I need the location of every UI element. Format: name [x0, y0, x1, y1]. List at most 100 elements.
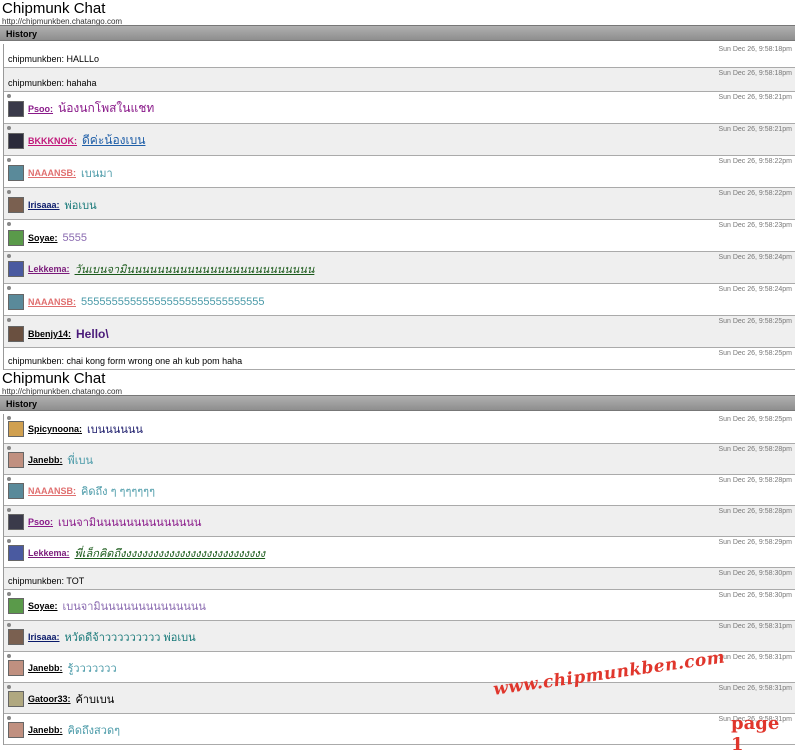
user-avatar[interactable] [8, 261, 24, 277]
user-avatar[interactable] [8, 545, 24, 561]
status-dot-icon [7, 623, 11, 627]
user-avatar[interactable] [8, 132, 24, 149]
message-text: น้องนกโพสในแชท [58, 101, 155, 115]
message-text: คิดถึง ๆ ๆๆๆๆๆๆ [81, 486, 156, 498]
message-content: Soyae: 5555 [8, 230, 87, 246]
user-avatar[interactable] [8, 100, 24, 117]
message-timestamp: Sun Dec 26, 9:58:30pm [718, 592, 792, 599]
username-link[interactable]: Irisaaa: [28, 632, 60, 642]
message-timestamp: Sun Dec 26, 9:58:31pm [718, 623, 792, 630]
message-content: Spicynoona: เบนนนนนน [8, 420, 143, 438]
message-content: Irisaaa: หวัดดีจ้าววววววววว พ่อเบน [8, 628, 196, 646]
status-dot-icon [7, 286, 11, 290]
message-text: chipmunkben: TOT [8, 576, 85, 586]
message-row: Sun Dec 26, 9:58:28pm Psoo: เบนจามินนนนนนน… [4, 506, 795, 537]
message-row: Sun Dec 26, 9:58:31pm Janebb: คิดถึงสวดๆ [4, 714, 795, 745]
message-text: chipmunkben: chai kong form wrong one ah… [8, 356, 243, 366]
message-text: เบนมา [81, 168, 113, 180]
status-dot-icon [7, 222, 11, 226]
username-link[interactable]: Janebb: [28, 725, 63, 735]
message-timestamp: Sun Dec 26, 9:58:25pm [718, 318, 792, 325]
message-timestamp: Sun Dec 26, 9:58:21pm [718, 94, 792, 101]
status-dot-icon [7, 158, 11, 162]
history-header: History [0, 25, 795, 41]
username-link[interactable]: Soyae: [28, 601, 58, 611]
username-link[interactable]: Janebb: [28, 663, 63, 673]
chat-panel-2: Chipmunk Chat http://chipmunkben.chatang… [0, 370, 795, 745]
message-timestamp: Sun Dec 26, 9:58:31pm [718, 654, 792, 661]
user-avatar[interactable] [8, 421, 24, 437]
message-content: Lekkema: วันเบนจามินนนนนนนนนนนนนนนนนนนนนน… [8, 260, 314, 278]
username-link[interactable]: Spicynoona: [28, 424, 82, 434]
message-row: Sun Dec 26, 9:58:28pm NAAANSB: คิดถึง ๆ ๆๆ… [4, 475, 795, 506]
message-text: เบนนนนนน [87, 424, 143, 436]
message-row: Sun Dec 26, 9:58:25pm Spicynoona: เบนนนนนน [4, 414, 795, 444]
message-row: Sun Dec 26, 9:58:24pm NAAANSB: 55555555555… [4, 284, 795, 316]
username-link[interactable]: Psoo: [28, 104, 53, 114]
username-link[interactable]: NAAANSB: [28, 297, 76, 307]
message-content: Psoo: น้องนกโพสในแชท [8, 99, 154, 118]
username-link[interactable]: Lekkema: [28, 264, 70, 274]
message-text: Hello\ [76, 327, 109, 341]
message-row: Sun Dec 26, 9:58:29pm Lekkema: พี่เล็กคิดถ… [4, 537, 795, 568]
message-content: BKKKNOK: ดีค่ะน้องเบน [8, 131, 145, 150]
message-list[interactable]: Sun Dec 26, 9:58:18pm chipmunkben: HALLLo… [3, 44, 795, 370]
username-link[interactable]: BKKKNOK: [28, 136, 77, 146]
username-link[interactable]: Irisaaa: [28, 200, 60, 210]
message-text: เบนจามินนนนนนนนนนนนนน [62, 601, 206, 613]
message-content: chipmunkben: hahaha [8, 78, 97, 88]
username-link[interactable]: NAAANSB: [28, 486, 76, 496]
status-dot-icon [7, 254, 11, 258]
message-timestamp: Sun Dec 26, 9:58:28pm [718, 446, 792, 453]
username-link[interactable]: NAAANSB: [28, 168, 76, 178]
username-link[interactable]: Gatoor33: [28, 694, 71, 704]
message-text: ดีค่ะน้องเบน [82, 133, 146, 147]
username-link[interactable]: Janebb: [28, 455, 63, 465]
message-row: Sun Dec 26, 9:58:23pm Soyae: 5555 [4, 220, 795, 252]
user-avatar[interactable] [8, 660, 24, 676]
message-timestamp: Sun Dec 26, 9:58:23pm [718, 222, 792, 229]
message-content: chipmunkben: TOT [8, 576, 84, 586]
username-link[interactable]: Psoo: [28, 517, 53, 527]
message-content: chipmunkben: chai kong form wrong one ah… [8, 356, 242, 366]
username-link[interactable]: Soyae: [28, 233, 58, 243]
user-avatar[interactable] [8, 294, 24, 310]
user-avatar[interactable] [8, 514, 24, 530]
message-row: Sun Dec 26, 9:58:18pm chipmunkben: HALLLo [4, 44, 795, 68]
app-url[interactable]: http://chipmunkben.chatango.com [2, 387, 122, 395]
user-avatar[interactable] [8, 483, 24, 499]
message-timestamp: Sun Dec 26, 9:58:21pm [718, 126, 792, 133]
message-text: หวัดดีจ้าววววววววว พ่อเบน [64, 632, 196, 644]
message-row: Sun Dec 26, 9:58:21pm BKKKNOK: ดีค่ะน้องเบ… [4, 124, 795, 156]
user-avatar[interactable] [8, 598, 24, 614]
message-row: Sun Dec 26, 9:58:31pm Gatoor33: ค้าบเบน [4, 683, 795, 714]
user-avatar[interactable] [8, 691, 24, 707]
message-content: Gatoor33: ค้าบเบน [8, 690, 114, 708]
chat-panel-1: Chipmunk Chat http://chipmunkben.chatang… [0, 0, 795, 370]
username-link[interactable]: Lekkema: [28, 548, 70, 558]
message-list[interactable]: Sun Dec 26, 9:58:25pm Spicynoona: เบนนนนนน… [3, 414, 795, 745]
user-avatar[interactable] [8, 629, 24, 645]
message-row: Sun Dec 26, 9:58:21pm Psoo: น้องนกโพสในแชท [4, 92, 795, 124]
message-text: ค้าบเบน [75, 694, 115, 706]
user-avatar[interactable] [8, 165, 24, 181]
status-dot-icon [7, 126, 11, 130]
user-avatar[interactable] [8, 722, 24, 738]
app-url[interactable]: http://chipmunkben.chatango.com [2, 17, 122, 25]
user-avatar[interactable] [8, 230, 24, 246]
user-avatar[interactable] [8, 452, 24, 468]
message-timestamp: Sun Dec 26, 9:58:24pm [718, 254, 792, 261]
user-avatar[interactable] [8, 197, 24, 213]
message-content: Psoo: เบนจามินนนนนนนนนนนนนน [8, 513, 201, 531]
username-link[interactable]: Bbenjy14: [28, 329, 71, 339]
status-dot-icon [7, 94, 11, 98]
app-title: Chipmunk Chat [2, 370, 106, 387]
message-content: Janebb: รู้ววววววว [8, 659, 117, 677]
message-text: chipmunkben: hahaha [8, 78, 97, 88]
message-row: Sun Dec 26, 9:58:25pm chipmunkben: chai k… [4, 348, 795, 370]
message-timestamp: Sun Dec 26, 9:58:24pm [718, 286, 792, 293]
message-timestamp: Sun Dec 26, 9:58:18pm [718, 70, 792, 77]
message-row: Sun Dec 26, 9:58:22pm Irisaaa: พ่อเบน [4, 188, 795, 220]
message-row: Sun Dec 26, 9:58:28pm Janebb: พี่เบน [4, 444, 795, 475]
user-avatar[interactable] [8, 326, 24, 342]
